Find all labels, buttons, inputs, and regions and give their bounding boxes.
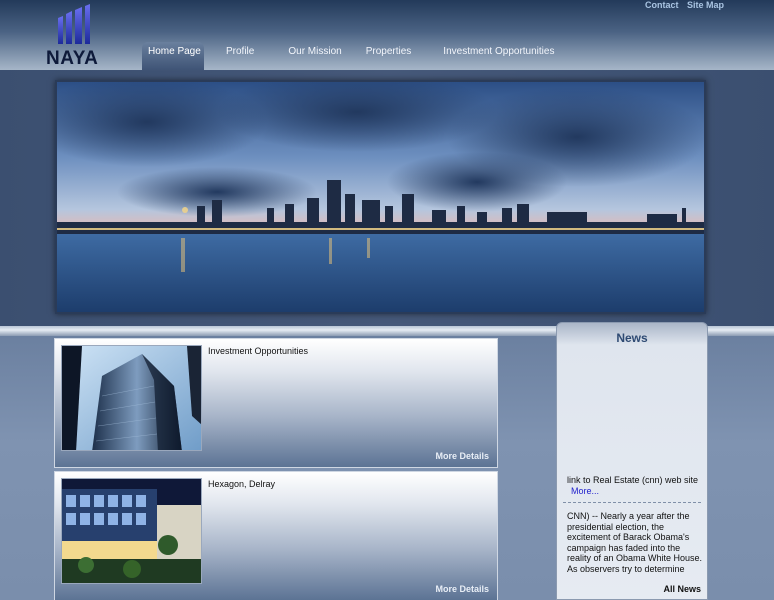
more-details-link[interactable]: More Details [435, 584, 489, 594]
card-title: Investment Opportunities [208, 346, 309, 356]
nav-home[interactable]: Home Page [142, 42, 204, 70]
all-news-link[interactable]: All News [663, 584, 701, 594]
feature-card-investment[interactable]: Investment Opportunities More Details [54, 338, 498, 468]
logo-bars-icon [58, 4, 90, 44]
nav-properties[interactable]: Properties [354, 42, 424, 70]
site-header: NAYA Contact Site Map Home Page Profile … [0, 0, 774, 70]
news-heading: News [616, 331, 648, 345]
main-nav: Home Page Profile Our Mission Properties… [142, 42, 566, 70]
card-title: Hexagon, Delray [208, 479, 276, 489]
utility-links: Contact Site Map [639, 0, 724, 10]
logo-text: NAYA [46, 48, 99, 69]
news-more-link[interactable]: More... [571, 486, 599, 496]
news-article-excerpt: CNN) -- Nearly a year after the presiden… [567, 511, 704, 575]
news-panel: News link to Real Estate (cnn) web site … [556, 322, 708, 600]
news-link-text[interactable]: link to Real Estate (cnn) web site [567, 475, 698, 485]
hero-skyline-image [55, 80, 706, 314]
nav-our-mission[interactable]: Our Mission [276, 42, 353, 70]
feature-card-hexagon[interactable]: Hexagon, Delray More Details [54, 471, 498, 600]
naya-logo[interactable]: NAYA [44, 4, 108, 70]
sitemap-link[interactable]: Site Map [687, 0, 724, 10]
hexagon-building-photo [61, 478, 202, 584]
nav-investment-opportunities[interactable]: Investment Opportunities [431, 42, 566, 70]
more-details-link[interactable]: More Details [435, 451, 489, 461]
news-source-link[interactable]: link to Real Estate (cnn) web site More.… [567, 475, 703, 497]
news-separator [563, 502, 701, 503]
contact-link[interactable]: Contact [645, 0, 679, 10]
office-tower-photo [61, 345, 202, 451]
nav-profile[interactable]: Profile [214, 42, 266, 70]
